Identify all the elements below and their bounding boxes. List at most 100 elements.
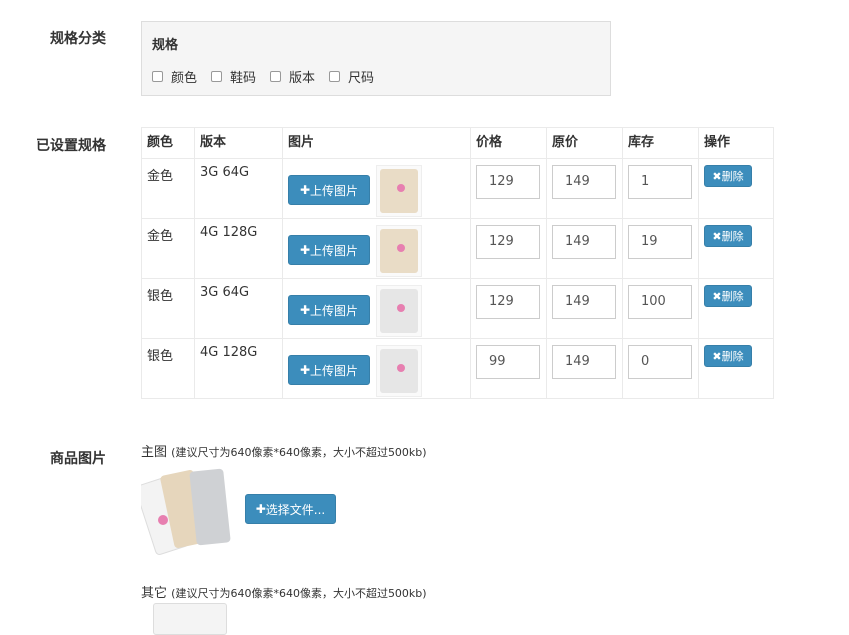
table-row: 金色 3G 64G ✚ 上传图片 129 149 1 ✖ 删除	[141, 158, 774, 219]
checkbox[interactable]	[152, 71, 163, 82]
upload-image-button[interactable]: ✚ 上传图片	[288, 175, 370, 205]
option-label: 尺码	[348, 71, 375, 86]
option-color[interactable]: 颜色	[152, 67, 197, 86]
cell-orig-price: 149	[546, 218, 623, 279]
cell-version: 4G 128G	[194, 338, 283, 399]
cell-price: 129	[470, 278, 547, 339]
cell-image: ✚ 上传图片	[282, 218, 471, 279]
col-orig-price: 原价	[546, 127, 623, 159]
cell-action: ✖ 删除	[698, 338, 774, 399]
main-image-preview	[135, 462, 239, 558]
option-shoe-size[interactable]: 鞋码	[211, 67, 256, 86]
plus-icon: ✚	[299, 243, 311, 257]
cell-stock: 1	[622, 158, 699, 219]
upload-image-button[interactable]: ✚ 上传图片	[288, 235, 370, 265]
close-icon: ✖	[712, 229, 722, 243]
main-image-size-hint: (建议尺寸为640像素*640像素，大小不超过500kb)	[171, 446, 427, 459]
cell-image: ✚ 上传图片	[282, 278, 471, 339]
spec-options: 颜色 鞋码 版本 尺码	[152, 67, 388, 86]
option-label: 版本	[289, 71, 316, 86]
spec-table: 颜色 版本 图片 价格 原价 库存 操作 金色 3G 64G ✚ 上传图片 129…	[141, 127, 774, 399]
delete-button[interactable]: ✖ 删除	[704, 345, 752, 367]
orig-price-input[interactable]: 149	[552, 165, 616, 199]
cell-orig-price: 149	[546, 338, 623, 399]
delete-label: 删除	[721, 290, 744, 303]
product-thumbnail	[376, 285, 422, 337]
close-icon: ✖	[712, 349, 722, 363]
delete-label: 删除	[721, 350, 744, 363]
orig-price-input[interactable]: 149	[552, 225, 616, 259]
spec-category-label: 规格分类	[50, 31, 106, 47]
cell-image: ✚ 上传图片	[282, 158, 471, 219]
upload-label: 上传图片	[310, 363, 359, 378]
cell-stock: 0	[622, 338, 699, 399]
main-image-label: 主图	[141, 445, 168, 460]
cell-price: 129	[470, 218, 547, 279]
delete-button[interactable]: ✖ 删除	[704, 285, 752, 307]
orig-price-input[interactable]: 149	[552, 285, 616, 319]
table-row: 银色 3G 64G ✚ 上传图片 129 149 100 ✖ 删除	[141, 278, 774, 339]
plus-icon: ✚	[299, 303, 311, 317]
choose-file-label: 选择文件...	[265, 502, 326, 517]
choose-file-button[interactable]: ✚ 选择文件...	[245, 494, 336, 524]
stock-input[interactable]: 1	[628, 165, 692, 199]
orig-price-input[interactable]: 149	[552, 345, 616, 379]
cell-orig-price: 149	[546, 278, 623, 339]
col-action: 操作	[698, 127, 774, 159]
upload-image-button[interactable]: ✚ 上传图片	[288, 295, 370, 325]
plus-icon: ✚	[255, 502, 266, 516]
cell-price: 129	[470, 158, 547, 219]
stock-input[interactable]: 100	[628, 285, 692, 319]
col-image: 图片	[282, 127, 471, 159]
cell-color: 金色	[141, 218, 195, 279]
table-row: 金色 4G 128G ✚ 上传图片 129 149 19 ✖ 删除	[141, 218, 774, 279]
upload-image-button[interactable]: ✚ 上传图片	[288, 355, 370, 385]
delete-label: 删除	[721, 230, 744, 243]
spec-box-title: 规格	[152, 38, 179, 53]
cell-action: ✖ 删除	[698, 218, 774, 279]
other-image-hint: 其它 (建议尺寸为640像素*640像素，大小不超过500kb)	[141, 582, 427, 601]
upload-label: 上传图片	[310, 303, 359, 318]
delete-button[interactable]: ✖ 删除	[704, 165, 752, 187]
option-version[interactable]: 版本	[270, 67, 315, 86]
cell-version: 3G 64G	[194, 278, 283, 339]
close-icon: ✖	[712, 169, 722, 183]
product-thumbnail	[376, 225, 422, 277]
plus-icon: ✚	[299, 363, 311, 377]
cell-image: ✚ 上传图片	[282, 338, 471, 399]
checkbox[interactable]	[329, 71, 341, 82]
col-price: 价格	[470, 127, 547, 159]
stock-input[interactable]: 19	[628, 225, 692, 259]
price-input[interactable]: 129	[476, 285, 540, 319]
product-thumbnail	[376, 165, 422, 217]
cell-version: 4G 128G	[194, 218, 283, 279]
price-input[interactable]: 129	[476, 165, 540, 199]
cell-orig-price: 149	[546, 158, 623, 219]
product-thumbnail	[376, 345, 422, 397]
other-image-size-hint: (建议尺寸为640像素*640像素，大小不超过500kb)	[171, 587, 427, 600]
close-icon: ✖	[712, 289, 722, 303]
plus-icon: ✚	[299, 183, 311, 197]
col-version: 版本	[194, 127, 283, 159]
other-image-preview	[153, 603, 227, 635]
cell-stock: 19	[622, 218, 699, 279]
cell-action: ✖ 删除	[698, 158, 774, 219]
checkbox[interactable]	[270, 71, 282, 82]
delete-label: 删除	[721, 170, 744, 183]
spec-category-box: 规格 颜色 鞋码 版本 尺码	[141, 21, 611, 96]
price-input[interactable]: 99	[476, 345, 540, 379]
price-input[interactable]: 129	[476, 225, 540, 259]
main-image-hint: 主图 (建议尺寸为640像素*640像素，大小不超过500kb)	[141, 441, 427, 460]
cell-version: 3G 64G	[194, 158, 283, 219]
delete-button[interactable]: ✖ 删除	[704, 225, 752, 247]
product-images-label: 商品图片	[50, 451, 106, 467]
cell-color: 银色	[141, 278, 195, 339]
cell-price: 99	[470, 338, 547, 399]
stock-input[interactable]: 0	[628, 345, 692, 379]
cell-stock: 100	[622, 278, 699, 339]
checkbox[interactable]	[211, 71, 223, 82]
table-header-row: 颜色 版本 图片 价格 原价 库存 操作	[141, 127, 774, 159]
table-row: 银色 4G 128G ✚ 上传图片 99 149 0 ✖ 删除	[141, 338, 774, 399]
option-label: 颜色	[171, 71, 198, 86]
option-size[interactable]: 尺码	[329, 67, 374, 86]
